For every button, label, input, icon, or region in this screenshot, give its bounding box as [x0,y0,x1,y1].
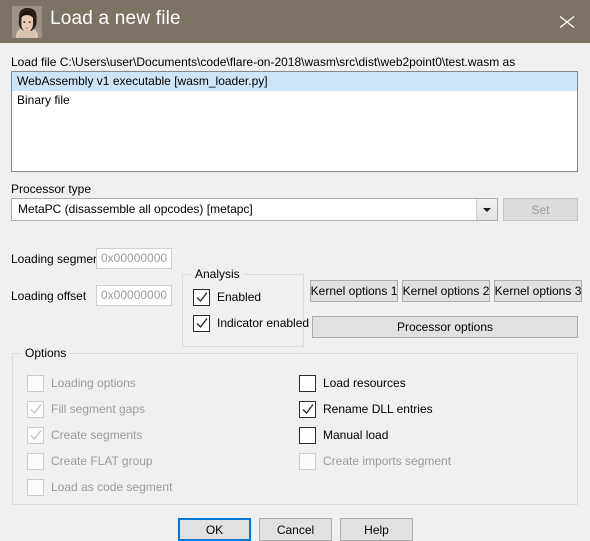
loading-offset-input[interactable]: 0x00000000 [96,285,172,306]
load-file-label: Load file C:\Users\user\Documents\code\f… [11,55,516,69]
checkbox-label: Manual load [323,428,389,442]
ok-button[interactable]: OK [178,518,251,541]
chevron-down-icon[interactable] [476,199,497,220]
checkbox-label: Enabled [217,290,262,304]
processor-type-value: MetaPC (disassemble all opcodes) [metapc… [18,202,253,216]
check-icon [30,404,42,415]
loader-list[interactable]: WebAssembly v1 executable [wasm_loader.p… [11,71,578,172]
kernel-options-2-button[interactable]: Kernel options 2 [402,280,490,302]
checkbox-label: Create imports segment [323,454,452,468]
checkbox-label: Indicator enabled [217,316,310,330]
help-button[interactable]: Help [340,518,413,541]
checkbox-label: Create FLAT group [51,454,153,468]
processor-type-label: Processor type [11,182,92,196]
list-item[interactable]: WebAssembly v1 executable [wasm_loader.p… [12,72,577,91]
checkbox-box [299,427,316,444]
ida-woman-icon [12,6,42,38]
checkbox-box [299,375,316,392]
window-title: Load a new file [50,8,181,29]
loading-segment-label: Loading segment [11,252,104,266]
cancel-button[interactable]: Cancel [259,518,332,541]
checkbox-label: Load as code segment [51,480,173,494]
loading-segment-input[interactable]: 0x00000000 [96,248,172,269]
checkbox-label: Load resources [323,376,406,390]
processor-type-select[interactable]: MetaPC (disassemble all opcodes) [metapc… [11,198,498,221]
loading-offset-label: Loading offset [11,289,87,303]
dialog-body: Load file C:\Users\user\Documents\code\f… [0,43,590,541]
check-icon [30,430,42,441]
checkbox-label: Create segments [51,428,143,442]
list-item[interactable]: Binary file [12,91,577,110]
kernel-options-1-button[interactable]: Kernel options 1 [310,280,398,302]
checkbox-label: Fill segment gaps [51,402,146,416]
processor-options-button[interactable]: Processor options [312,316,578,338]
kernel-options-3-button[interactable]: Kernel options 3 [494,280,582,302]
checkbox-box [299,453,316,470]
checkbox-label: Loading options [51,376,136,390]
checkbox-box [27,479,44,496]
options-group: Options Loading options Fill segment gap… [12,346,578,505]
set-button[interactable]: Set [503,198,578,221]
options-group-title: Options [21,346,71,360]
checkbox-box [27,453,44,470]
analysis-group: Analysis Enabled Indicator enabled [182,267,309,347]
close-icon[interactable] [544,0,590,43]
checkbox-box [27,375,44,392]
analysis-group-title: Analysis [191,267,244,281]
checkbox-label: Rename DLL entries [323,402,433,416]
check-icon [302,404,314,415]
title-bar: Load a new file [0,0,590,43]
check-icon [196,292,208,303]
check-icon [196,318,208,329]
